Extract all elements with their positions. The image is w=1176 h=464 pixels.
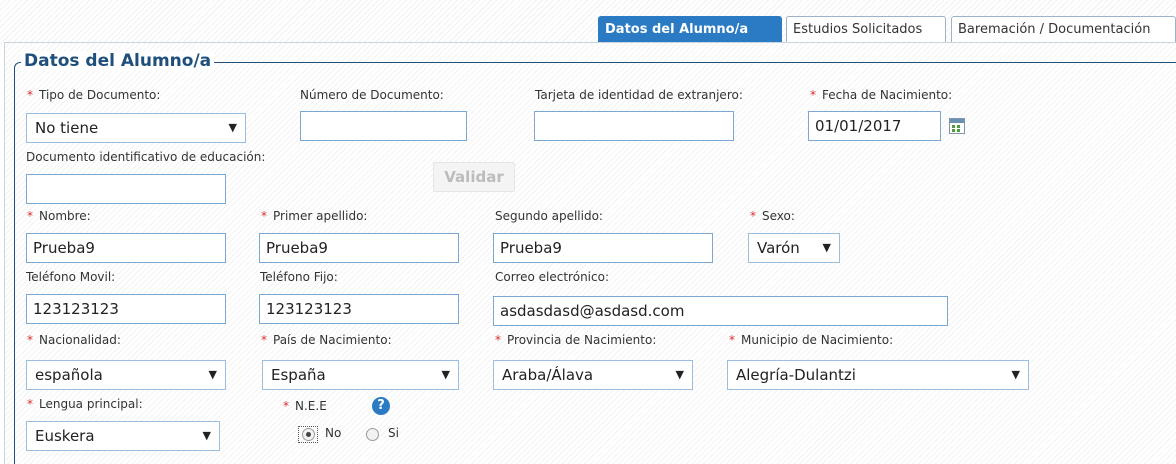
required-mark: *: [810, 88, 816, 102]
sexo-select[interactable]: Varón ▼: [748, 233, 840, 263]
select-value: España: [271, 366, 326, 384]
label-text: Sexo:: [762, 209, 795, 223]
select-value: No tiene: [35, 119, 99, 137]
required-mark: *: [495, 333, 501, 347]
pais-nacimiento-label: * País de Nacimiento:: [261, 333, 392, 347]
required-mark: *: [261, 333, 267, 347]
telefono-movil-input[interactable]: 123123123: [26, 294, 226, 324]
label-text: Nombre:: [39, 209, 91, 223]
help-icon[interactable]: ?: [372, 397, 390, 415]
lengua-principal-select[interactable]: Euskera ▼: [26, 421, 220, 451]
nombre-label: * Nombre:: [27, 209, 91, 223]
nombre-input[interactable]: Prueba9: [26, 233, 226, 263]
calendar-icon[interactable]: [949, 118, 965, 134]
tab-datos-alumno[interactable]: Datos del Alumno/a: [598, 16, 782, 42]
label-text: Provincia de Nacimiento:: [507, 333, 657, 347]
doc-educacion-input[interactable]: [26, 174, 226, 204]
correo-input[interactable]: asdasdasd@asdasd.com: [493, 296, 948, 326]
required-mark: *: [27, 88, 33, 102]
required-mark: *: [27, 209, 33, 223]
required-mark: *: [27, 397, 33, 411]
chevron-down-icon: ▼: [441, 368, 450, 381]
telefono-fijo-input[interactable]: 123123123: [259, 294, 459, 324]
tab-estudios-solicitados[interactable]: Estudios Solicitados: [786, 16, 946, 42]
tipo-documento-label: * Tipo de Documento:: [27, 88, 160, 102]
tipo-documento-select[interactable]: No tiene ▼: [26, 113, 246, 143]
nee-no-radio[interactable]: [302, 428, 315, 441]
numero-documento-label: Número de Documento:: [300, 88, 444, 102]
chevron-down-icon: ▼: [202, 429, 211, 442]
select-value: Varón: [757, 239, 800, 257]
select-value: española: [35, 366, 103, 384]
correo-label: Correo electrónico:: [495, 270, 609, 284]
municipio-nacimiento-select[interactable]: Alegría-Dulantzi ▼: [727, 360, 1029, 390]
nacionalidad-select[interactable]: española ▼: [26, 360, 226, 390]
doc-educacion-label: Documento identificativo de educación:: [26, 150, 266, 164]
telefono-fijo-label: Teléfono Fijo:: [260, 270, 338, 284]
label-text: Fecha de Nacimiento:: [822, 88, 953, 102]
primer-apellido-input[interactable]: Prueba9: [259, 233, 459, 263]
nacionalidad-label: * Nacionalidad:: [27, 333, 121, 347]
label-text: Tipo de Documento:: [39, 88, 161, 102]
nee-si-label: Si: [388, 426, 399, 440]
nee-label: * N.E.E: [283, 399, 327, 413]
label-text: Nacionalidad:: [39, 333, 121, 347]
required-mark: *: [729, 333, 735, 347]
numero-documento-input[interactable]: [300, 111, 467, 141]
select-value: Euskera: [35, 427, 95, 445]
required-mark: *: [261, 209, 267, 223]
required-mark: *: [27, 333, 33, 347]
lengua-principal-label: * Lengua principal:: [27, 397, 143, 411]
provincia-nacimiento-select[interactable]: Araba/Álava ▼: [493, 360, 693, 390]
telefono-movil-label: Teléfono Movil:: [26, 270, 116, 284]
segundo-apellido-label: Segundo apellido:: [495, 209, 603, 223]
label-text: N.E.E: [295, 399, 327, 413]
tarjeta-extranjero-label: Tarjeta de identidad de extranjero:: [535, 88, 743, 102]
select-value: Araba/Álava: [502, 366, 594, 384]
chevron-down-icon: ▼: [822, 241, 831, 254]
select-value: Alegría-Dulantzi: [736, 366, 856, 384]
chevron-down-icon: ▼: [208, 368, 217, 381]
chevron-down-icon: ▼: [228, 121, 237, 134]
label-text: Municipio de Nacimiento:: [741, 333, 894, 347]
label-text: País de Nacimiento:: [273, 333, 392, 347]
fecha-nacimiento-input[interactable]: 01/01/2017: [808, 111, 941, 141]
fecha-nacimiento-label: * Fecha de Nacimiento:: [810, 88, 952, 102]
required-mark: *: [283, 399, 289, 413]
pais-nacimiento-select[interactable]: España ▼: [262, 360, 459, 390]
nee-no-label: No: [325, 426, 342, 440]
nee-si-radio[interactable]: [366, 428, 379, 441]
label-text: Primer apellido:: [273, 209, 368, 223]
tarjeta-extranjero-input[interactable]: [534, 111, 734, 141]
primer-apellido-label: * Primer apellido:: [261, 209, 367, 223]
tab-baremacion[interactable]: Baremación / Documentación: [951, 16, 1176, 42]
sexo-label: * Sexo:: [750, 209, 795, 223]
provincia-nacimiento-label: * Provincia de Nacimiento:: [495, 333, 656, 347]
validar-button[interactable]: Validar: [433, 162, 515, 192]
section-title: Datos del Alumno/a: [21, 51, 215, 71]
label-text: Lengua principal:: [39, 397, 143, 411]
required-mark: *: [750, 209, 756, 223]
chevron-down-icon: ▼: [1011, 368, 1020, 381]
segundo-apellido-input[interactable]: Prueba9: [493, 233, 713, 263]
municipio-nacimiento-label: * Municipio de Nacimiento:: [729, 333, 893, 347]
chevron-down-icon: ▼: [675, 368, 684, 381]
